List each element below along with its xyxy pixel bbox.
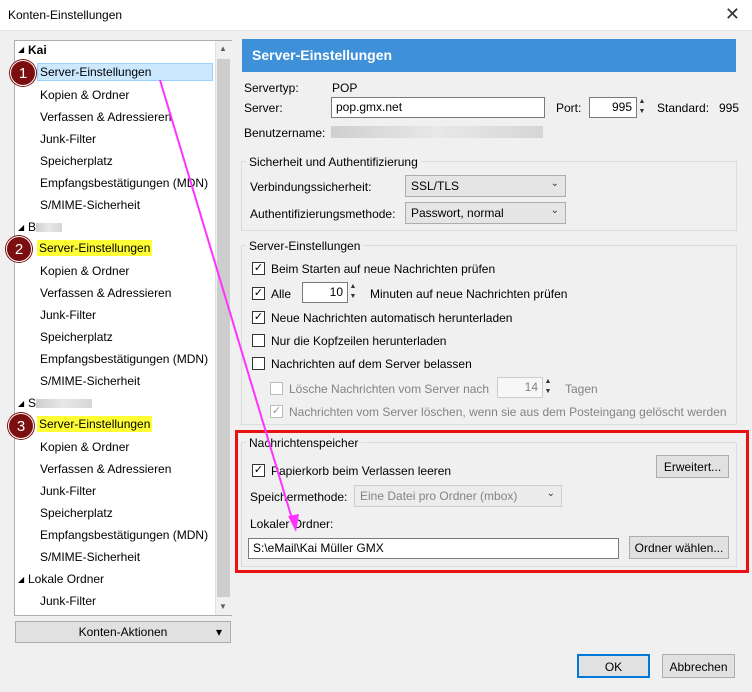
ok-button[interactable]: OK (577, 654, 650, 678)
annotation-arrow-line (159, 79, 294, 523)
cancel-button[interactable]: Abbrechen (662, 654, 735, 678)
annotation-arrowhead (288, 514, 299, 532)
annotation-arrow (159, 79, 299, 532)
